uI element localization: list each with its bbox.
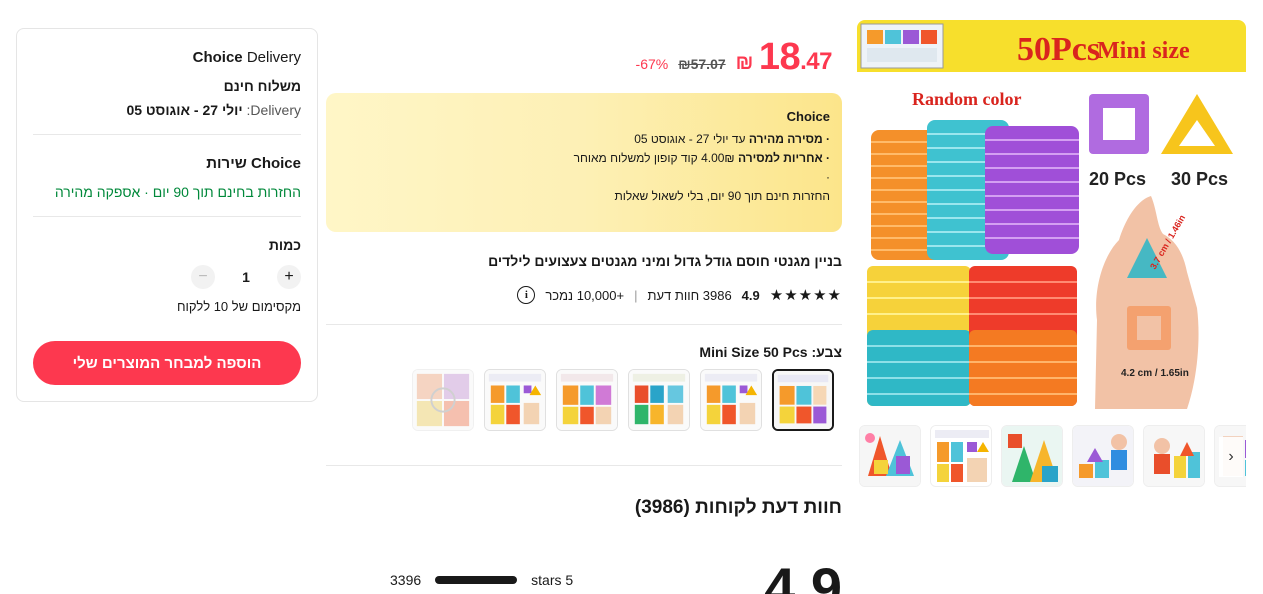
- service-title-label: שירות: [206, 155, 247, 172]
- sold-count: +10,000 נמכר: [545, 287, 625, 303]
- choice-line2-bold: · אחריות למסירה: [737, 151, 830, 165]
- service-text[interactable]: החזרות בחינם תוך 90 יום · אספקה מהירה: [33, 184, 301, 200]
- color-label-prefix: צבע:: [811, 344, 842, 360]
- swatch-thumbnail: [629, 370, 689, 430]
- card-divider: [33, 216, 301, 217]
- card-divider: [33, 134, 301, 135]
- chevron-right-icon[interactable]: ›: [1219, 437, 1243, 477]
- thumbnail-graphic: [1073, 426, 1133, 486]
- choice-line-bullet: ·: [826, 170, 830, 184]
- color-selected-value: Mini Size 50 Pcs: [699, 344, 808, 360]
- rating-bar-row[interactable]: 5 stars 3396: [390, 572, 573, 588]
- image-thumbnails: [859, 425, 1246, 489]
- quantity-plus-button[interactable]: +: [277, 265, 301, 289]
- choice-line2-text: 4.00₪ קוד קופון למשלוח מאוחר: [573, 151, 738, 165]
- delivery-card: Choice Delivery משלוח חינם Delivery: יול…: [16, 28, 318, 402]
- swatch-option[interactable]: [628, 369, 690, 431]
- thumbnail-graphic: [1002, 426, 1062, 486]
- main-product-image[interactable]: 50Pcs Mini size Random color 20 Pcs 30 P…: [857, 20, 1246, 409]
- swatch-option-disabled[interactable]: [412, 369, 474, 431]
- rating-bar-label: 5 stars: [531, 572, 574, 588]
- banner-mini-size-text: Mini size: [1097, 38, 1190, 64]
- pcs30-label: 30 Pcs: [1171, 169, 1228, 189]
- section-divider: [326, 465, 842, 466]
- delivery-title-label: Delivery: [246, 49, 301, 66]
- quantity-minus-button[interactable]: −: [191, 265, 215, 289]
- swatch-option[interactable]: [772, 369, 834, 431]
- choice-line1-bold: · מסירה מהירה: [748, 132, 830, 146]
- swatch-option[interactable]: [556, 369, 618, 431]
- reviews-big-rating: 4.9: [764, 556, 842, 594]
- product-info: ₪ 18.47 ₪57.07 67%- Choice · מסירה מהירה…: [326, 0, 842, 594]
- rating-bar-count: 3396: [390, 572, 422, 588]
- rating-value: 4.9: [741, 287, 760, 303]
- measure-square-text: 4.2 cm / 1.65in: [1121, 368, 1189, 379]
- original-price-value: ₪57.07: [678, 56, 726, 72]
- service-title-choice: Choice: [250, 155, 301, 172]
- swatch-thumbnail: [413, 370, 473, 430]
- product-title: בניין מגנטי חוסם גודל גדול ומיני מגנטים …: [488, 253, 842, 269]
- quantity-label: כמות: [268, 237, 301, 253]
- delivery-date: Delivery: יולי 27 - אוגוסט 05: [33, 102, 301, 118]
- original-price: ₪57.07: [678, 56, 725, 72]
- quantity-stepper: + 1 −: [33, 265, 301, 289]
- pcs20-label: 20 Pcs: [1089, 169, 1146, 189]
- current-price: ₪ 18.47: [735, 36, 833, 79]
- add-to-cart-button[interactable]: הוספה למבחר המוצרים שלי: [33, 341, 301, 385]
- thumbnail-graphic: [860, 426, 920, 486]
- quantity-max-text: מקסימום של 10 ללקוח: [176, 299, 301, 314]
- price-value: 18.47: [758, 36, 833, 79]
- thumbnail-graphic: [931, 426, 991, 486]
- choice-benefits-box[interactable]: Choice · מסירה מהירה עד יולי 27 - אוגוסט…: [326, 93, 842, 232]
- swatch-thumbnail: [774, 371, 832, 429]
- price-currency: ₪: [735, 52, 754, 74]
- swatch-thumbnail: [557, 370, 617, 430]
- thumbnail-image[interactable]: [859, 425, 921, 487]
- choice-line-fast-delivery: · מסירה מהירה עד יולי 27 - אוגוסט 05: [338, 130, 830, 149]
- rating-separator: |: [634, 287, 638, 303]
- swatch-option[interactable]: [700, 369, 762, 431]
- choice-line-free-returns: החזרות חינם תוך 90 יום, בלי לשאול שאלות: [614, 189, 830, 203]
- color-swatches: [412, 369, 834, 431]
- choice-line1-text: עד יולי 27 - אוגוסט 05: [634, 132, 749, 146]
- banner-50pcs-text: 50Pcs: [1017, 31, 1100, 68]
- swatch-option[interactable]: [484, 369, 546, 431]
- service-title: Choice שירות: [33, 155, 301, 172]
- price-decimal: .47: [800, 48, 832, 75]
- random-color-text: Random color: [912, 89, 1022, 109]
- rating-bar: [435, 576, 518, 584]
- choice-line-delivery-guarantee: · אחריות למסירה 4.00₪ קוד קופון למשלוח מ…: [338, 149, 830, 168]
- discount-badge: 67%-: [635, 56, 669, 72]
- review-count-link[interactable]: 3986 חוות דעת: [647, 288, 731, 303]
- thumbnail-image[interactable]: [930, 425, 992, 487]
- free-shipping-label: משלוח חינם: [223, 78, 301, 94]
- section-divider: [326, 324, 842, 325]
- quantity-value[interactable]: 1: [223, 269, 269, 285]
- delivery-date-value: יולי 27 - אוגוסט 05: [126, 102, 243, 118]
- product-image-graphic: 50Pcs Mini size Random color 20 Pcs 30 P…: [857, 20, 1246, 409]
- color-label: צבע: Mini Size 50 Pcs: [699, 344, 842, 360]
- swatch-thumbnail: [701, 370, 761, 430]
- thumbnail-image[interactable]: [1001, 425, 1063, 487]
- info-icon[interactable]: i: [517, 286, 536, 304]
- rating-stars[interactable]: ★★★★★: [770, 286, 842, 304]
- delivery-date-label: Delivery:: [246, 102, 301, 118]
- thumbnail-image[interactable]: [1072, 425, 1134, 487]
- swatch-thumbnail: [485, 370, 545, 430]
- delivery-title-choice: Choice: [192, 49, 243, 66]
- price-main: 18: [758, 36, 801, 78]
- rating-row: ★★★★★ 4.9 3986 חוות דעת | +10,000 נמכר i: [517, 286, 842, 304]
- thumbnail-graphic: [1144, 426, 1204, 486]
- price-row: ₪ 18.47 ₪57.07 67%-: [635, 36, 833, 79]
- thumbnail-image[interactable]: [1143, 425, 1205, 487]
- delivery-title: Choice Delivery: [33, 49, 301, 66]
- reviews-title: חוות דעת לקוחות (3986): [634, 497, 842, 518]
- choice-box-title: Choice: [786, 109, 830, 124]
